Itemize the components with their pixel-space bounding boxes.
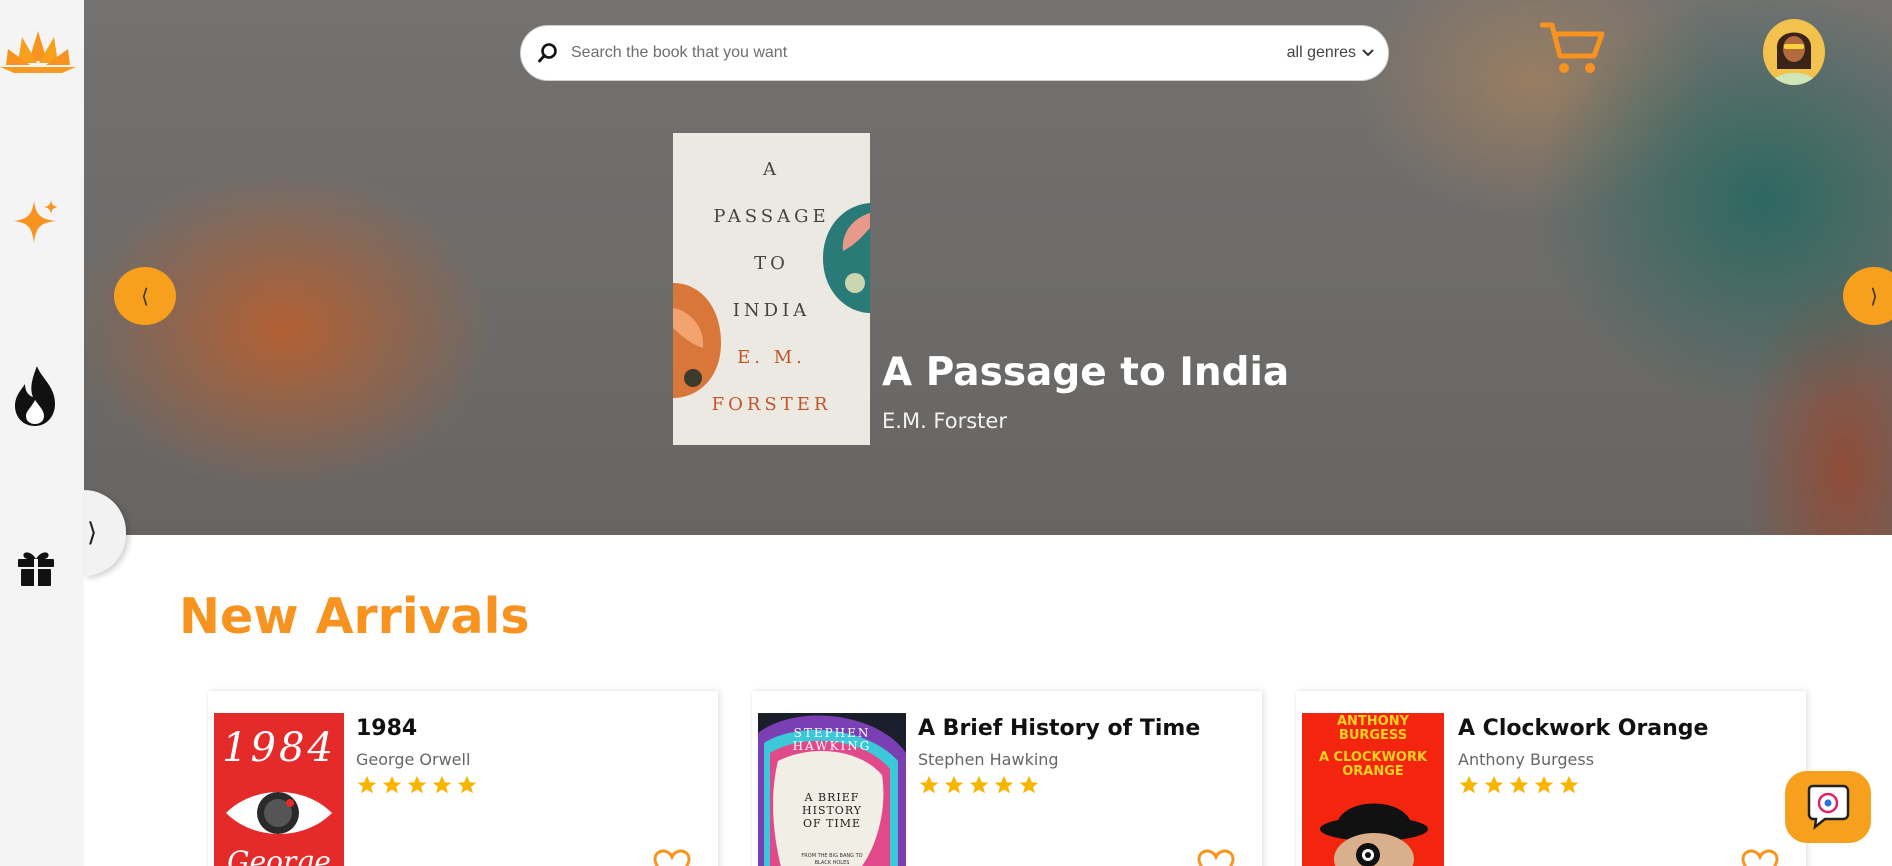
sparkle-icon[interactable]	[0, 190, 72, 252]
book-cover-clockwork-orange[interactable]: ANTHONY BURGESS A CLOCKWORK ORANGE	[1302, 713, 1444, 866]
search-input[interactable]	[571, 26, 1287, 80]
book-author: George Orwell	[356, 750, 471, 769]
book-cover-brief-history[interactable]: STEPHEN HAWKING A BRIEF HISTORY OF TIME …	[758, 713, 906, 866]
floral-illustration	[673, 203, 870, 398]
chevron-down-icon	[1362, 44, 1374, 62]
hero-banner: all genres ⟨ ⟩ A PASSAGE TO INDIA E. M. …	[84, 0, 1892, 535]
book-title[interactable]: A Clockwork Orange	[1458, 716, 1708, 741]
eye-illustration	[226, 792, 332, 834]
gift-icon[interactable]	[0, 540, 72, 594]
star-icon	[969, 775, 989, 794]
sidebar	[0, 0, 84, 866]
book-card[interactable]: 1984 George 1984 George Orwell	[208, 691, 718, 866]
cart-icon[interactable]	[1539, 20, 1606, 78]
book-title[interactable]: 1984	[356, 716, 417, 741]
cover-title: A CLOCKWORK ORANGE	[1318, 750, 1428, 779]
search-bar: all genres	[520, 25, 1389, 81]
section-title-new-arrivals: New Arrivals	[179, 588, 530, 645]
featured-book-cover[interactable]: A PASSAGE TO INDIA E. M. FORSTER	[673, 133, 870, 445]
lotus-logo-icon[interactable]	[0, 20, 76, 82]
star-icon	[944, 775, 964, 794]
star-rating	[1458, 774, 1580, 796]
star-icon	[1459, 775, 1479, 794]
star-icon	[1534, 775, 1554, 794]
avatar[interactable]	[1763, 19, 1825, 85]
heart-icon[interactable]	[1197, 849, 1235, 866]
star-icon	[357, 775, 377, 794]
cover-tagline: FROM THE BIG BANG TO BLACK HOLES	[801, 853, 863, 866]
search-icon[interactable]	[537, 42, 559, 64]
chat-support-button[interactable]	[1785, 771, 1871, 843]
featured-book-title[interactable]: A Passage to India	[882, 350, 1289, 395]
cover-title: A BRIEF HISTORY OF TIME	[802, 791, 863, 830]
star-icon	[432, 775, 452, 794]
book-author: Stephen Hawking	[918, 750, 1059, 769]
genre-dropdown-label: all genres	[1286, 44, 1356, 61]
featured-book-author: E.M. Forster	[882, 409, 1007, 433]
heart-icon[interactable]	[653, 849, 691, 866]
book-title[interactable]: A Brief History of Time	[918, 716, 1200, 741]
star-icon	[1559, 775, 1579, 794]
star-icon	[1509, 775, 1529, 794]
star-icon	[1019, 775, 1039, 794]
star-rating	[918, 774, 1040, 796]
bowler-hat-illustration	[1320, 803, 1428, 866]
cover-author: STEPHEN HAWKING	[792, 726, 872, 753]
star-icon	[1484, 775, 1504, 794]
star-rating	[356, 774, 478, 796]
cover-author: George	[227, 845, 331, 866]
star-icon	[457, 775, 477, 794]
book-author: Anthony Burgess	[1458, 750, 1595, 769]
star-icon	[994, 775, 1014, 794]
genre-dropdown[interactable]: all genres	[1287, 44, 1374, 62]
book-card[interactable]: ANTHONY BURGESS A CLOCKWORK ORANGE A Clo…	[1296, 691, 1806, 866]
star-icon	[382, 775, 402, 794]
flame-icon[interactable]	[0, 360, 72, 432]
book-card[interactable]: STEPHEN HAWKING A BRIEF HISTORY OF TIME …	[752, 691, 1262, 866]
star-icon	[407, 775, 427, 794]
heart-icon[interactable]	[1741, 849, 1779, 866]
chat-bubble-icon	[1807, 784, 1850, 830]
cover-title: 1984	[222, 725, 336, 771]
star-icon	[919, 775, 939, 794]
book-cover-1984[interactable]: 1984 George	[214, 713, 344, 866]
carousel-prev-button[interactable]: ⟨	[114, 267, 176, 325]
cover-author: ANTHONY BURGESS	[1336, 714, 1410, 743]
